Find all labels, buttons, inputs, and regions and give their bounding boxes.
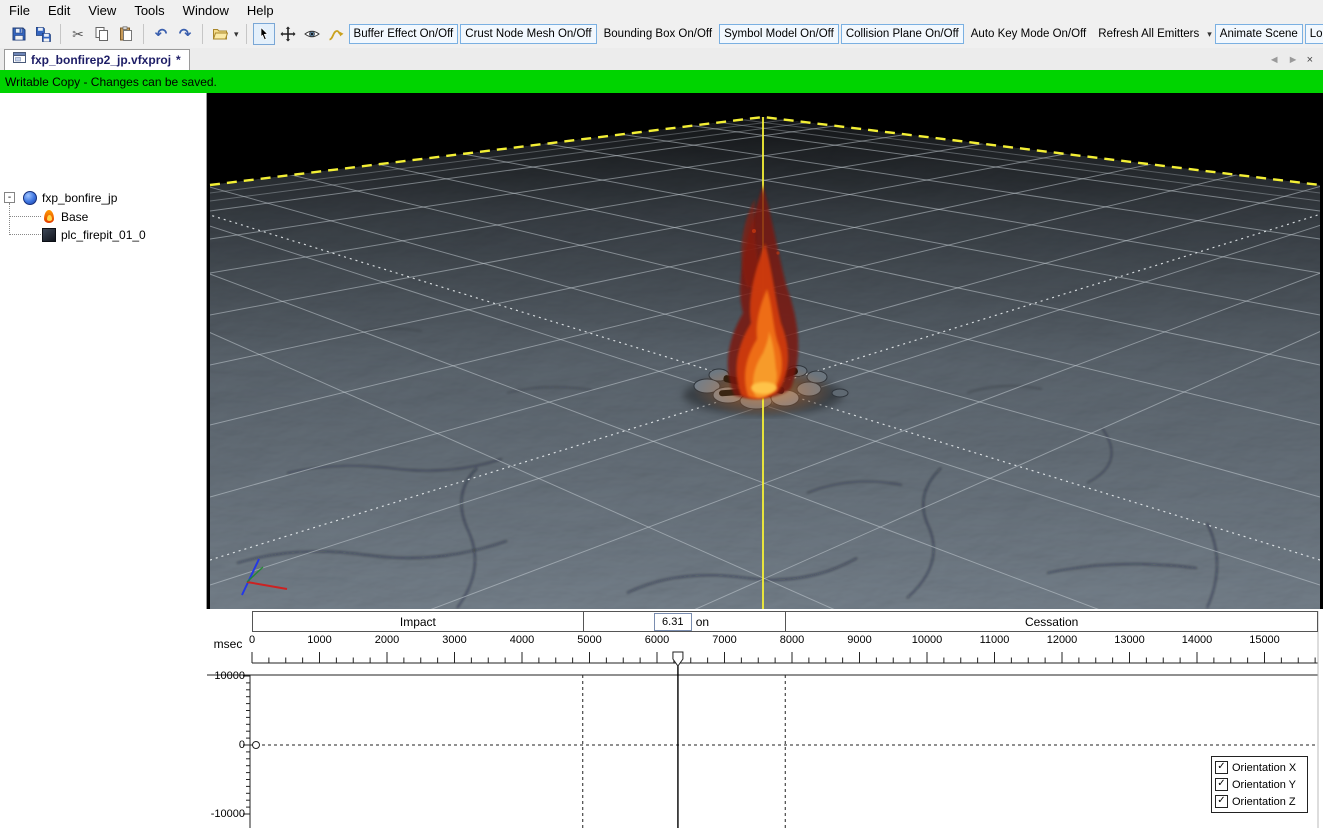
toolbar-toggle-buttons: Buffer Effect On/Off Crust Node Mesh On/O… [348, 24, 1323, 44]
bottom-left-panel [0, 609, 207, 828]
checkbox-orientation-z[interactable]: ✓ [1215, 795, 1228, 808]
tab-scroll-left-button[interactable]: ◄ [1269, 54, 1280, 66]
toolbar-button-auto-key-mode-on-off[interactable]: Auto Key Mode On/Off [966, 24, 1092, 44]
orientation-legend: ✓ Orientation X ✓ Orientation Y ✓ Orientation… [1211, 756, 1308, 813]
legend-item: ✓ Orientation Z [1215, 793, 1304, 810]
menu-bar: File Edit View Tools Window Help [0, 0, 1323, 20]
toolbar-button-buffer-effect-on-off[interactable]: Buffer Effect On/Off [348, 24, 459, 44]
phase-header-duration[interactable]: on [582, 611, 786, 632]
document-tab[interactable]: fxp_bonfirep2_jp.vfxproj * [4, 49, 190, 70]
mesh-icon [42, 227, 56, 242]
phase-label: Cessation [1024, 614, 1079, 629]
viewport-scene [207, 93, 1323, 609]
save-all-icon[interactable] [32, 23, 54, 45]
toolbar-separator [143, 24, 144, 44]
copy-icon[interactable] [91, 23, 113, 45]
y-axis-label: 10000 [214, 670, 245, 682]
tab-title: fxp_bonfirep2_jp.vfxproj [31, 53, 172, 67]
toolbar-button-symbol-model-on-off[interactable]: Symbol Model On/Off [719, 24, 839, 44]
tree-item-label: plc_firepit_01_0 [61, 227, 146, 242]
menu-help[interactable]: Help [238, 1, 283, 20]
legend-label: Orientation Z [1232, 795, 1296, 808]
visibility-eye-icon[interactable] [301, 23, 323, 45]
flame-icon [44, 210, 54, 223]
tab-bar: fxp_bonfirep2_jp.vfxproj * ◄ ► × [0, 48, 1323, 70]
tree-item-label: fxp_bonfire_jp [42, 190, 118, 205]
y-axis-label: -10000 [210, 808, 245, 820]
select-tool-icon[interactable] [252, 23, 275, 45]
tree-connector [9, 234, 41, 235]
toolbar-button-collision-plane-on-off[interactable]: Collision Plane On/Off [840, 24, 964, 44]
tree-connector [9, 203, 10, 235]
tab-scroll-right-button[interactable]: ► [1288, 54, 1299, 66]
phase-boundary-lines [582, 675, 786, 828]
tree-item-plc-firepit-01-0[interactable]: plc_firepit_01_0 [42, 226, 146, 243]
status-banner: Writable Copy - Changes can be saved. [0, 70, 1323, 93]
toolbar-button-animate-scene[interactable]: Animate Scene [1214, 24, 1303, 44]
legend-label: Orientation Y [1232, 778, 1297, 791]
phase-label-partial: on [695, 615, 710, 629]
tab-close-button[interactable]: × [1307, 54, 1313, 66]
toolbar: ✂ ↶ ↷ ▾ Buffer Effect On/Off Crust Node M… [0, 20, 1323, 48]
dropdown-caret-icon[interactable]: ▾ [1206, 29, 1213, 40]
tree-item-fxp-bonfire-jp[interactable]: - fxp_bonfire_jp [4, 189, 117, 206]
menu-view[interactable]: View [79, 1, 125, 20]
tree-item-base[interactable]: Base [42, 208, 88, 225]
phase-label: Impact [399, 614, 436, 629]
globe-icon [23, 190, 37, 205]
move-tool-icon[interactable] [277, 23, 299, 45]
toolbar-separator [202, 24, 203, 44]
toolbar-button-bounding-box-on-off[interactable]: Bounding Box On/Off [599, 24, 717, 44]
curve-tool-icon[interactable] [325, 23, 347, 45]
time-unit-label: msec [213, 637, 243, 651]
keyframe-point[interactable] [252, 741, 260, 749]
toolbar-button-refresh-all-emitters[interactable]: Refresh All Emitters [1093, 24, 1204, 44]
toolbar-separator [60, 24, 61, 44]
phase-header-cessation[interactable]: Cessation [785, 611, 1318, 632]
undo-icon[interactable]: ↶ [150, 23, 172, 45]
phase-header-impact[interactable]: Impact [252, 611, 583, 632]
tree-connector [9, 216, 41, 217]
menu-tools[interactable]: Tools [125, 1, 173, 20]
toolbar-separator [245, 24, 247, 44]
modified-indicator: * [176, 53, 181, 67]
toolbar-button-crust-node-mesh-on-off[interactable]: Crust Node Mesh On/Off [460, 24, 597, 44]
toolbar-button-loo[interactable]: Loo [1304, 24, 1323, 44]
cut-icon[interactable]: ✂ [67, 23, 89, 45]
viewport-3d[interactable] [207, 93, 1323, 609]
legend-item: ✓ Orientation X [1215, 759, 1304, 776]
time-cursor-handle[interactable] [672, 651, 684, 667]
timeline-panel: Impact on Cessation msec 010002000300040… [207, 609, 1323, 828]
project-file-icon [13, 51, 26, 69]
open-icon[interactable] [209, 23, 231, 45]
legend-item: ✓ Orientation Y [1215, 776, 1304, 793]
tree-item-label: Base [61, 209, 89, 224]
tab-nav: ◄ ► × [1269, 54, 1323, 70]
tree-expander-icon[interactable]: - [4, 192, 15, 203]
timeline-graph[interactable] [207, 609, 1323, 828]
y-axis-label: 0 [238, 739, 245, 751]
menu-window[interactable]: Window [174, 1, 238, 20]
checkbox-orientation-x[interactable]: ✓ [1215, 761, 1228, 774]
dropdown-caret-icon[interactable]: ▾ [233, 29, 240, 40]
paste-icon[interactable] [115, 23, 137, 45]
menu-edit[interactable]: Edit [39, 1, 79, 20]
legend-label: Orientation X [1232, 761, 1297, 774]
save-icon[interactable] [8, 23, 30, 45]
checkbox-orientation-y[interactable]: ✓ [1215, 778, 1228, 791]
ruler-ticks [251, 652, 1316, 663]
current-time-input[interactable] [653, 613, 692, 631]
menu-file[interactable]: File [0, 1, 39, 20]
redo-icon[interactable]: ↷ [174, 23, 196, 45]
